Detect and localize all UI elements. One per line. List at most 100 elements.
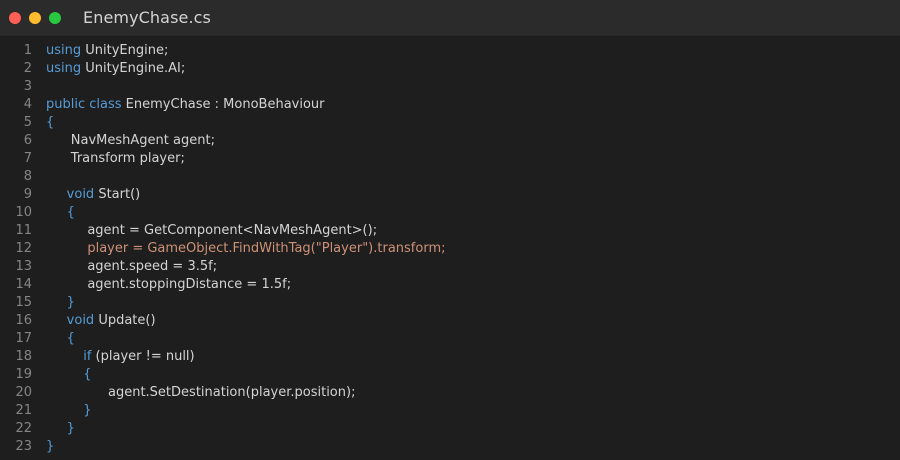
editor-window: EnemyChase.cs 1 using UnityEngine; 2 using … [0,0,900,460]
title-bar: EnemyChase.cs [0,0,900,36]
keyword-token: void [66,313,95,328]
code-text: agent.SetDestination(player.position); [46,384,355,402]
code-text: using UnityEngine.AI; [46,60,185,78]
line-number: 19 [15,367,32,382]
code-token: player = GameObject.FindWithTag("Player"… [87,241,446,256]
zoom-button[interactable] [49,11,61,24]
code-line[interactable]: 6 NavMeshAgent agent; [0,132,900,150]
code-token: UnityEngine; [81,43,169,58]
code-line[interactable]: 18 if (player != null) [0,348,900,366]
line-number: 11 [15,223,32,238]
line-number: 17 [15,331,32,346]
line-number: 6 [23,133,32,148]
code-line[interactable]: 15 } [0,294,900,312]
code-token: EnemyChase : MonoBehaviour [121,97,325,112]
code-text: } [46,420,75,438]
code-token: Transform player; [70,151,185,166]
code-text: { [46,204,75,222]
code-line[interactable]: 20 agent.SetDestination(player.position)… [0,384,900,402]
line-number: 8 [23,169,32,184]
code-line[interactable]: 12 player = GameObject.FindWithTag("Play… [0,240,900,258]
code-line[interactable]: 19 { [0,366,900,384]
code-editor[interactable]: 1 using UnityEngine; 2 using UnityEngine.AI… [0,42,900,460]
code-line[interactable]: 22 } [0,420,900,438]
line-number: 20 [15,385,32,400]
code-token: Start() [94,187,141,202]
code-text: Transform player; [46,150,185,168]
code-text: public class EnemyChase : MonoBehaviour [46,96,325,114]
code-text: } [46,294,75,312]
code-token: Update() [94,313,156,328]
code-line[interactable]: 7 Transform player; [0,150,900,168]
code-token: NavMeshAgent agent; [70,133,215,148]
code-line[interactable]: 2 using UnityEngine.AI; [0,60,900,78]
code-line[interactable]: 3 [0,78,900,96]
code-text: player = GameObject.FindWithTag("Player"… [46,240,445,258]
code-token: { [66,205,75,220]
code-token: } [46,439,55,454]
code-token: } [66,295,75,310]
line-number: 21 [15,403,32,418]
code-text: using UnityEngine; [46,42,168,60]
line-number: 2 [23,61,32,76]
code-line[interactable]: 21 } [0,402,900,420]
line-number: 23 [15,439,32,454]
code-line[interactable]: 16 void Update() [0,312,900,330]
code-text: agent.stoppingDistance = 1.5f; [46,276,291,294]
code-text: void Update() [46,312,156,330]
code-line[interactable]: 9 void Start() [0,186,900,204]
code-line[interactable]: 8 [0,168,900,186]
code-token: agent = GetComponent<NavMeshAgent>(); [87,223,378,238]
line-number: 12 [15,241,32,256]
code-text: void Start() [46,186,141,204]
code-line[interactable]: 13 agent.speed = 3.5f; [0,258,900,276]
code-line[interactable]: 5{ [0,114,900,132]
code-line[interactable]: 11 agent = GetComponent<NavMeshAgent>(); [0,222,900,240]
code-token: UnityEngine.AI; [81,61,186,76]
keyword-token: class [89,97,122,112]
line-number: 18 [15,349,32,364]
line-number: 14 [15,277,32,292]
line-number: 15 [15,295,32,310]
line-number: 1 [23,43,32,58]
code-line[interactable]: 14 agent.stoppingDistance = 1.5f; [0,276,900,294]
code-line[interactable]: 17 { [0,330,900,348]
code-text: { [46,330,75,348]
line-number: 7 [23,151,32,166]
code-line[interactable]: 1 using UnityEngine; [0,42,900,60]
keyword-token: void [66,187,95,202]
line-number: 22 [15,421,32,436]
line-number: 5 [23,115,32,130]
code-line[interactable]: 4 public class EnemyChase : MonoBehaviour [0,96,900,114]
code-text: } [46,438,54,456]
code-token: { [46,115,55,130]
keyword-token: public [46,97,86,112]
minimize-button[interactable] [29,11,41,24]
code-text: { [46,114,54,132]
code-text: { [46,366,91,384]
code-line[interactable]: 23} [0,438,900,456]
close-button[interactable] [9,11,21,24]
code-text: if (player != null) [46,348,195,366]
code-text: } [46,402,91,420]
code-token: } [83,403,92,418]
code-token: } [66,421,75,436]
keyword-token: using [46,43,82,58]
code-token: (player != null) [91,349,195,364]
code-line[interactable]: 10 { [0,204,900,222]
line-number: 3 [23,79,32,94]
code-text: agent.speed = 3.5f; [46,258,217,276]
line-number: 9 [23,187,32,202]
